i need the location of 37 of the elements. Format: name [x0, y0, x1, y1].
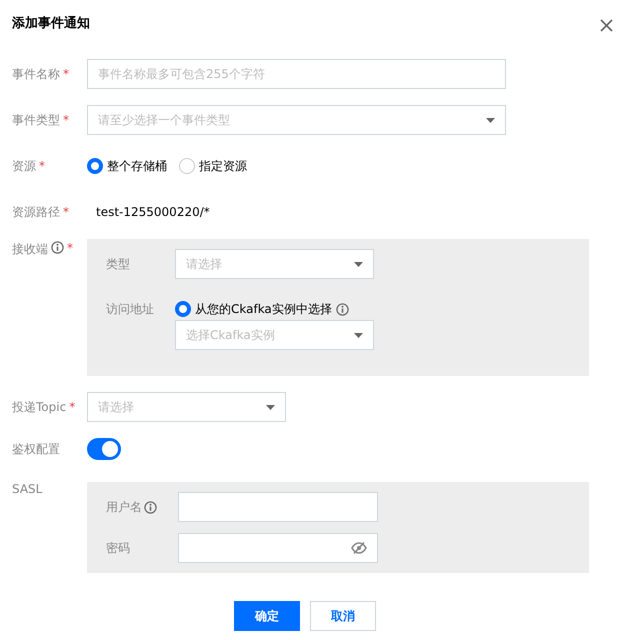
caret-icon: [266, 404, 275, 410]
field-label: 事件类型: [12, 112, 60, 128]
info-icon[interactable]: [336, 302, 349, 316]
field-label: 鉴权配置: [12, 440, 60, 458]
field-label: 资源路径: [12, 204, 60, 220]
field-label: 接收端: [12, 241, 48, 258]
caret-icon: [354, 262, 363, 266]
toggle-switch[interactable]: [87, 438, 121, 460]
field-label: 用户名: [106, 498, 142, 516]
caret-icon: [354, 332, 363, 338]
required-mark: *: [69, 400, 76, 414]
input-field[interactable]: 事件名称最多可包含255个字符: [87, 59, 506, 89]
input-field[interactable]: [178, 492, 378, 522]
field-label: 访问地址: [106, 300, 154, 318]
radio-option[interactable]: 指定资源: [179, 158, 247, 174]
field-label: 投递Topic: [12, 398, 66, 416]
confirm-button[interactable]: 确定: [234, 601, 300, 631]
dialog-title: 添加事件通知: [12, 15, 90, 32]
close-icon[interactable]: [600, 19, 613, 32]
resource-path: test-1255000220/*: [96, 204, 210, 221]
field-label: 类型: [106, 256, 130, 272]
info-icon[interactable]: [51, 241, 64, 254]
field-label: 事件名称: [12, 66, 60, 82]
info-icon[interactable]: [144, 500, 157, 514]
required-mark: *: [67, 241, 73, 255]
required-mark: *: [63, 67, 69, 81]
radio-option[interactable]: 整个存储桶: [87, 158, 167, 174]
field-label: 资源: [12, 158, 36, 174]
required-mark: *: [39, 159, 45, 173]
required-mark: *: [63, 205, 69, 219]
required-mark: *: [63, 113, 69, 127]
password-field[interactable]: [178, 533, 378, 563]
field-label: SASL: [12, 482, 42, 496]
field-label: 密码: [106, 540, 130, 556]
caret-icon: [486, 118, 495, 122]
eye-slash-icon[interactable]: [351, 542, 367, 554]
cancel-button[interactable]: 取消: [310, 601, 376, 631]
